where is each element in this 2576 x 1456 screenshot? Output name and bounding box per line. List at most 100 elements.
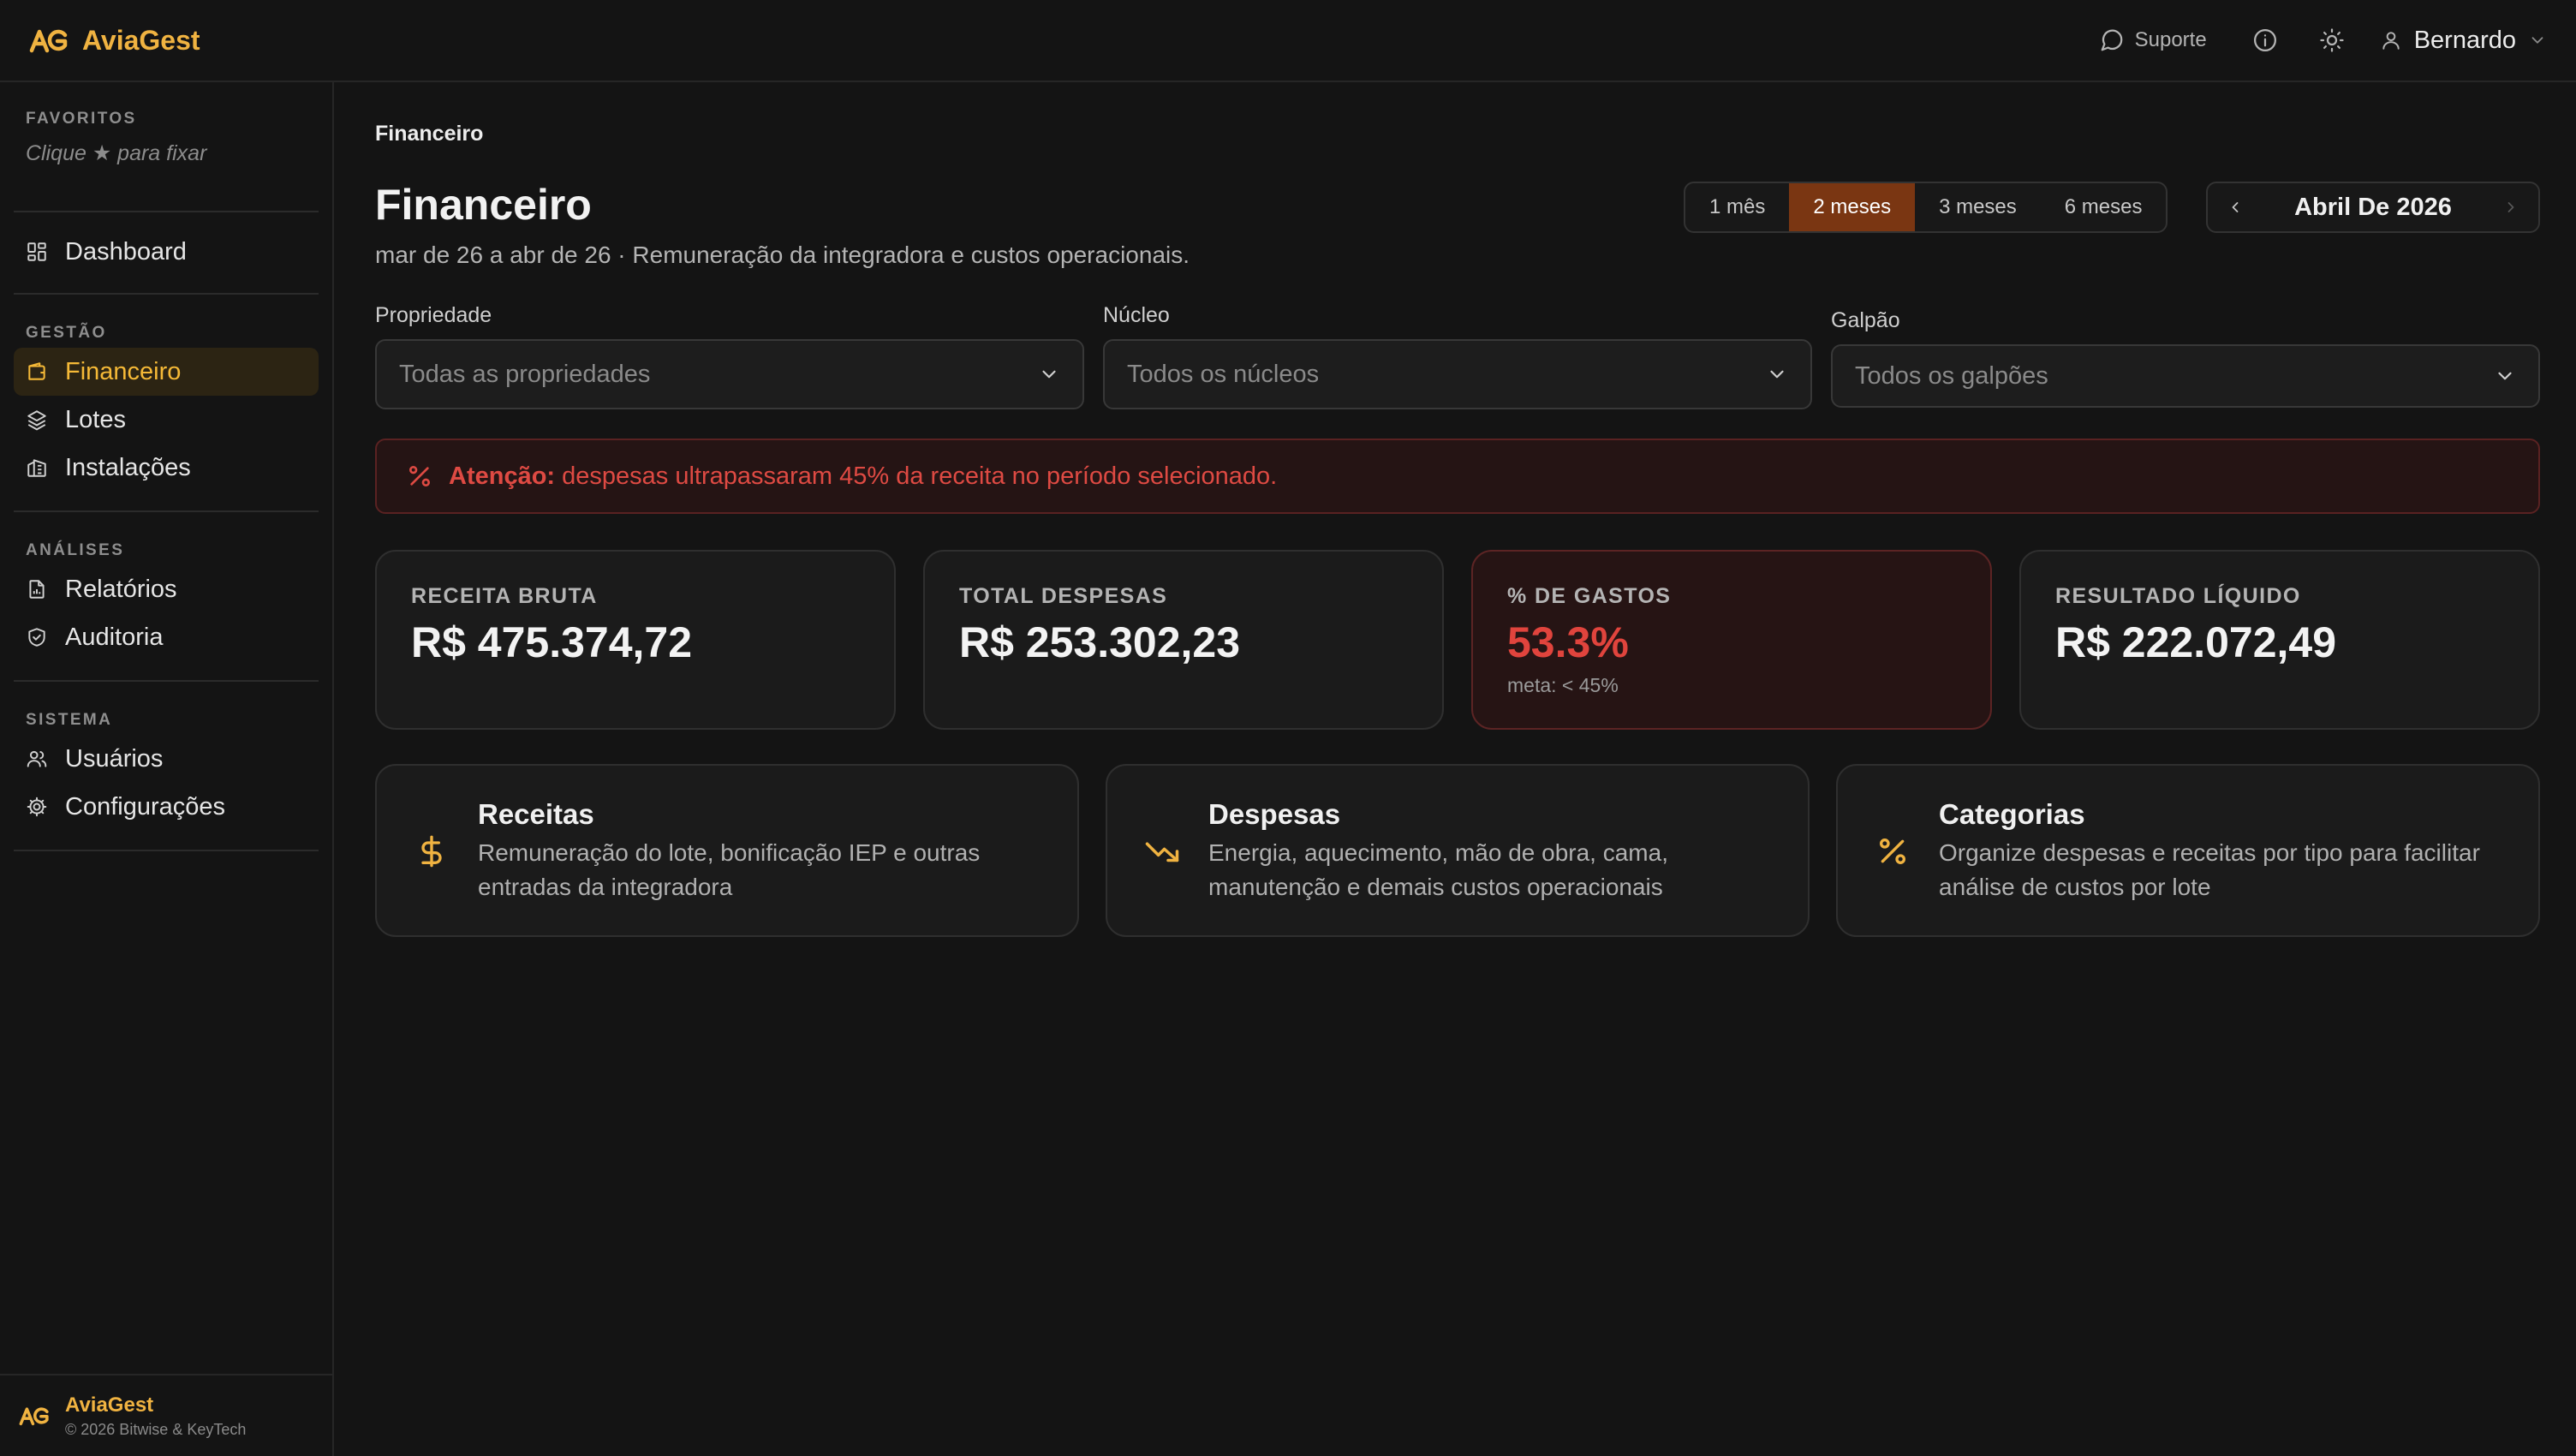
sidebar: FAVORITOS Clique ★ para fixar Dashboard … (0, 82, 334, 1456)
chevron-down-icon (2494, 365, 2516, 387)
breadcrumb[interactable]: Financeiro (375, 122, 483, 146)
card-description: Remuneração do lote, bonificação IEP e o… (478, 839, 981, 900)
percent-icon (1872, 831, 1913, 872)
period-option-3-months[interactable]: 3 meses (1915, 183, 2041, 231)
top-actions: Suporte Bernardo (2099, 21, 2547, 59)
support-button[interactable]: Suporte (2099, 27, 2207, 53)
shield-check-icon (26, 626, 48, 648)
nav-section-analises: ANÁLISES Relatórios Auditoria (0, 512, 332, 680)
card-receitas[interactable]: Receitas Remuneração do lote, bonificaçã… (375, 764, 1079, 937)
layers-icon (26, 409, 48, 431)
support-label: Suporte (2134, 28, 2207, 51)
sun-icon (2319, 27, 2345, 53)
stat-value: R$ 253.302,23 (959, 618, 1241, 666)
sidebar-item-label: Usuários (65, 744, 164, 773)
card-categorias[interactable]: Categorias Organize despesas e receitas … (1836, 764, 2540, 937)
file-chart-icon (26, 578, 48, 600)
alert-prefix: Atenção: (449, 462, 556, 490)
sidebar-item-financeiro[interactable]: Financeiro (14, 348, 319, 396)
stat-value: R$ 475.374,72 (411, 618, 693, 666)
sidebar-item-lotes[interactable]: Lotes (14, 396, 319, 444)
card-despesas[interactable]: Despesas Energia, aquecimento, mão de ob… (1106, 764, 1810, 937)
wallet-icon (26, 361, 48, 383)
chevron-down-icon (1766, 363, 1788, 385)
top-bar: AviaGest Suporte Bernardo (0, 0, 2576, 82)
alert-text: Atenção: despesas ultrapassaram 45% da r… (449, 462, 1277, 491)
logo-icon (19, 1405, 50, 1426)
sidebar-item-configuracoes[interactable]: Configurações (14, 783, 319, 831)
expense-alert: Atenção: despesas ultrapassaram 45% da r… (375, 439, 2540, 514)
sidebar-item-label: Auditoria (65, 623, 164, 651)
stat-card-net-result: RESULTADO LÍQUIDO R$ 222.072,49 (2019, 550, 2540, 730)
sidebar-item-instalacoes[interactable]: Instalações (14, 444, 319, 492)
theme-toggle-button[interactable] (2313, 21, 2351, 59)
brand-name: AviaGest (82, 24, 200, 56)
sidebar-divider (14, 850, 319, 851)
sidebar-item-label: Configurações (65, 792, 225, 820)
building-icon (26, 456, 48, 479)
section-title: GESTÃO (26, 324, 107, 342)
favorites-hint: Clique ★ para fixar (26, 141, 207, 165)
logo-icon (29, 27, 69, 53)
filter-label: Galpão (1831, 308, 1900, 332)
message-circle-icon (2099, 27, 2125, 53)
stat-card-spend-percentage: % DE GASTOS 53.3% meta: < 45% (1471, 550, 1992, 730)
next-month-button[interactable] (2499, 195, 2523, 219)
dashboard-icon (26, 241, 48, 263)
chevron-down-icon (2528, 31, 2547, 50)
nav-section-gestao: GESTÃO Financeiro Lotes Instalações (0, 295, 332, 510)
select-value: Todos os núcleos (1127, 360, 1320, 388)
nav-section-sistema: SISTEMA Usuários Configurações (0, 682, 332, 850)
stat-meta: meta: < 45% (1507, 674, 1619, 696)
user-name: Bernardo (2413, 26, 2516, 54)
section-title: SISTEMA (26, 711, 113, 729)
filter-shed: Galpão Todos os galpões (1831, 308, 2540, 408)
sidebar-item-auditoria[interactable]: Auditoria (14, 613, 319, 661)
select-value: Todos os galpões (1855, 361, 2048, 390)
filter-label: Núcleo (1103, 303, 1170, 327)
card-title: Categorias (1939, 798, 2085, 830)
filter-property: Propriedade Todas as propriedades (375, 303, 1084, 409)
sidebar-item-usuarios[interactable]: Usuários (14, 735, 319, 783)
period-option-2-months[interactable]: 2 meses (1789, 183, 1916, 231)
sidebar-item-label: Relatórios (65, 575, 177, 603)
previous-month-button[interactable] (2223, 195, 2247, 219)
brand[interactable]: AviaGest (29, 25, 200, 57)
stat-value: R$ 222.072,49 (2055, 618, 2337, 666)
nucleus-select[interactable]: Todos os núcleos (1103, 339, 1812, 409)
filter-label: Propriedade (375, 303, 492, 327)
sidebar-item-label: Instalações (65, 453, 191, 481)
shed-select[interactable]: Todos os galpões (1831, 344, 2540, 408)
chevron-right-icon (2502, 199, 2519, 216)
stat-card-revenue: RECEITA BRUTA R$ 475.374,72 (375, 550, 896, 730)
stat-label: RECEITA BRUTA (411, 584, 598, 608)
nav-main: Dashboard (0, 212, 332, 293)
property-select[interactable]: Todas as propriedades (375, 339, 1084, 409)
users-icon (26, 748, 48, 770)
stat-label: RESULTADO LÍQUIDO (2055, 584, 2301, 608)
user-menu[interactable]: Bernardo (2380, 27, 2547, 55)
sidebar-item-dashboard[interactable]: Dashboard (14, 228, 319, 276)
info-button[interactable] (2246, 21, 2284, 59)
stat-card-expenses: TOTAL DESPESAS R$ 253.302,23 (923, 550, 1444, 730)
percent-icon (406, 462, 433, 490)
sidebar-item-label: Financeiro (65, 357, 182, 385)
sidebar-item-relatorios[interactable]: Relatórios (14, 565, 319, 613)
card-description: Organize despesas e receitas por tipo pa… (1939, 839, 2480, 900)
trending-down-icon (1142, 831, 1183, 872)
chevron-down-icon (1038, 363, 1060, 385)
alert-message: despesas ultrapassaram 45% da receita no… (555, 462, 1278, 490)
favorites-title: FAVORITOS (26, 110, 137, 128)
card-title: Despesas (1208, 798, 1341, 830)
user-icon (2380, 29, 2402, 51)
card-title: Receitas (478, 798, 594, 830)
stat-label: % DE GASTOS (1507, 584, 1672, 608)
footer-copyright: © 2026 Bitwise & KeyTech (65, 1420, 247, 1438)
sidebar-item-label: Lotes (65, 405, 126, 433)
main-content: Financeiro Financeiro mar de 26 a abr de… (375, 82, 2540, 1456)
current-month: Abril De 2026 (2294, 193, 2452, 221)
period-option-6-months[interactable]: 6 meses (2041, 183, 2167, 231)
stat-value: 53.3% (1507, 618, 1629, 666)
month-navigator: Abril De 2026 (2206, 182, 2540, 233)
period-option-1-month[interactable]: 1 mês (1685, 183, 1789, 231)
